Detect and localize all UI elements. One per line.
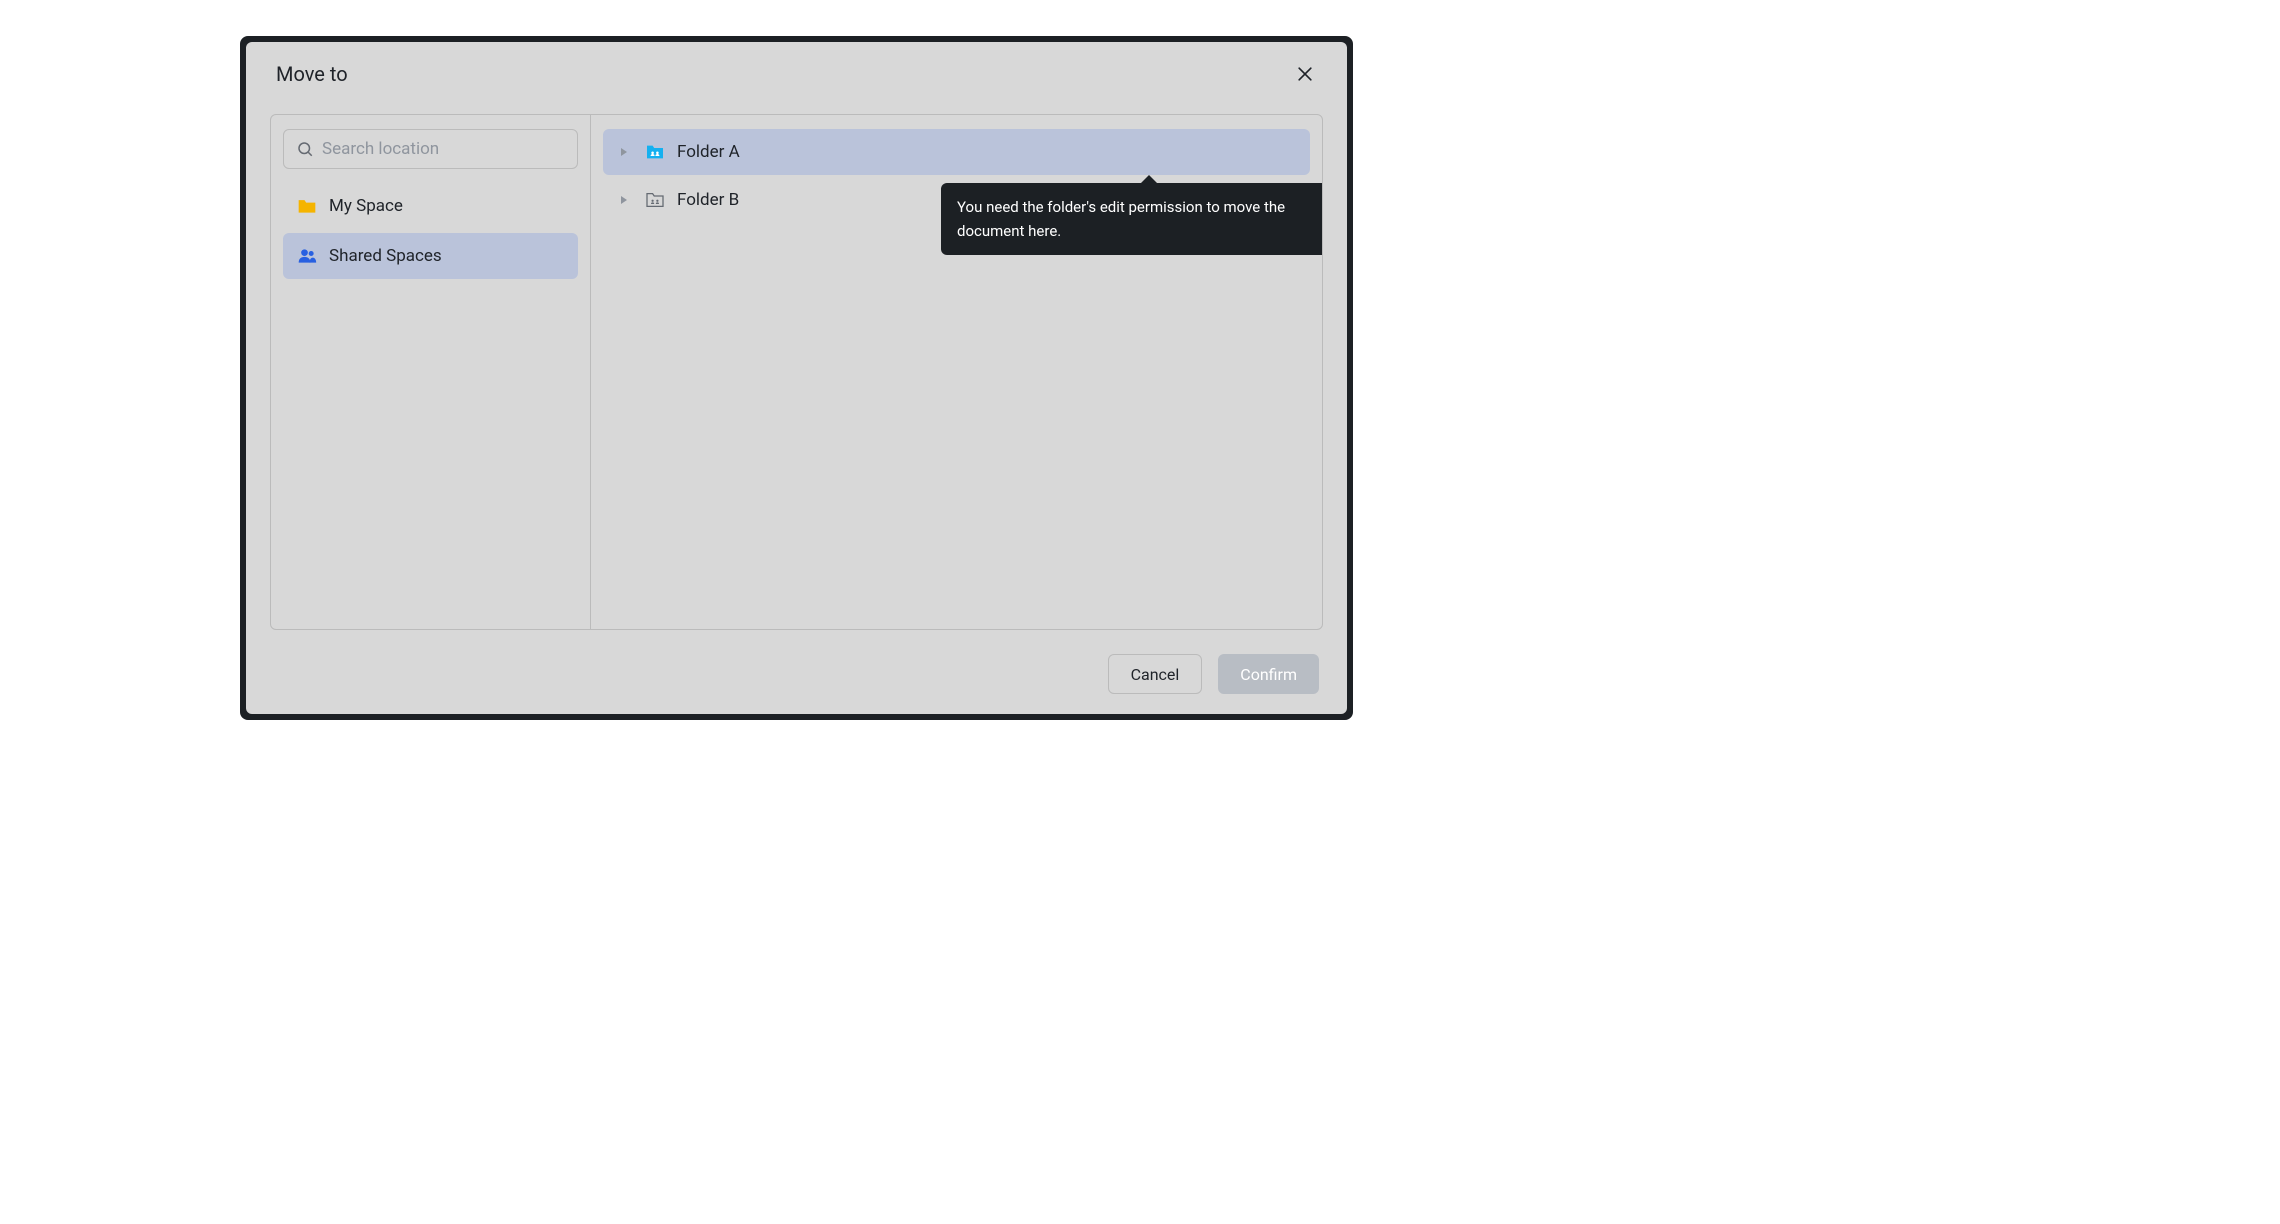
- shared-folder-outline-icon: [645, 192, 665, 208]
- confirm-button[interactable]: Confirm: [1218, 654, 1319, 694]
- folder-label: Folder B: [677, 190, 739, 210]
- sidebar-item-my-space[interactable]: My Space: [283, 183, 578, 229]
- dialog-header: Move to: [270, 62, 1323, 86]
- permission-tooltip: You need the folder's edit permission to…: [941, 183, 1323, 255]
- search-box[interactable]: [283, 129, 578, 169]
- dialog-title: Move to: [276, 62, 348, 86]
- sidebar-item-shared-spaces[interactable]: Shared Spaces: [283, 233, 578, 279]
- close-icon: [1295, 64, 1315, 84]
- move-to-dialog: Move to: [240, 36, 1353, 720]
- folder-list: Folder A Folder B Yo: [591, 115, 1322, 629]
- tooltip-text: You need the folder's edit permission to…: [957, 198, 1285, 240]
- folder-label: Folder A: [677, 142, 740, 162]
- sidebar-item-label: My Space: [329, 196, 403, 216]
- dialog-inner: Move to: [246, 42, 1347, 714]
- confirm-button-label: Confirm: [1240, 665, 1297, 684]
- sidebar: My Space Shared Spaces: [271, 115, 591, 629]
- caret-right-icon: [619, 147, 629, 157]
- shared-folder-icon: [645, 144, 665, 160]
- folder-icon: [297, 196, 317, 216]
- location-panel: My Space Shared Spaces: [270, 114, 1323, 630]
- close-button[interactable]: [1293, 62, 1317, 86]
- search-icon: [296, 140, 314, 158]
- cancel-button[interactable]: Cancel: [1108, 654, 1203, 694]
- cancel-button-label: Cancel: [1131, 665, 1180, 684]
- caret-right-icon: [619, 195, 629, 205]
- people-icon: [297, 246, 317, 266]
- dialog-footer: Cancel Confirm: [270, 654, 1323, 694]
- sidebar-item-label: Shared Spaces: [329, 246, 442, 266]
- search-input[interactable]: [322, 139, 565, 159]
- folder-row-folder-a[interactable]: Folder A: [603, 129, 1310, 175]
